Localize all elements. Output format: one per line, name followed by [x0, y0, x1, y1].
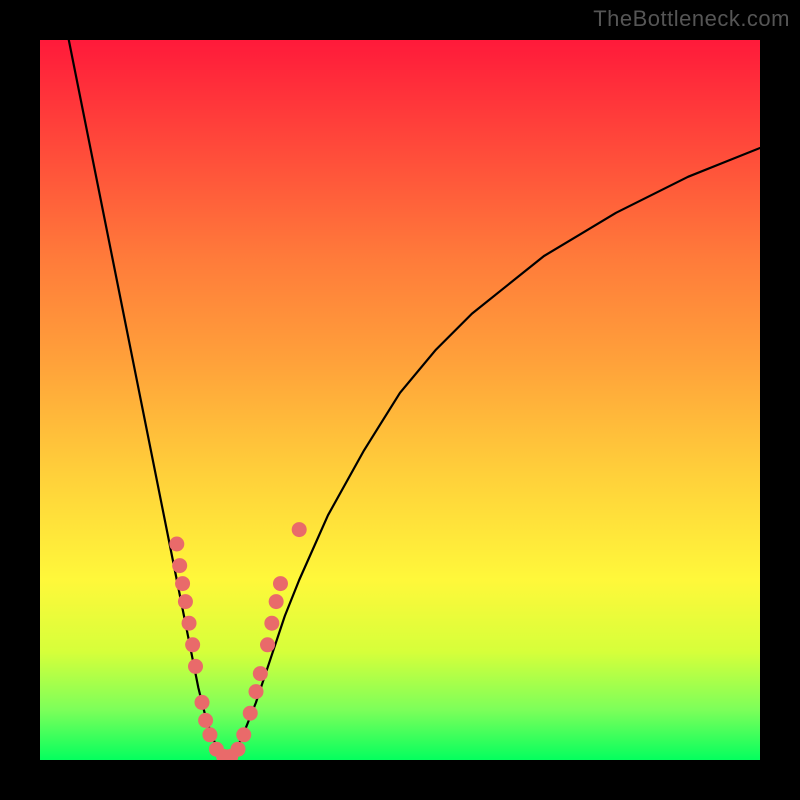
data-marker	[260, 637, 275, 652]
watermark-text: TheBottleneck.com	[593, 6, 790, 32]
data-marker	[269, 594, 284, 609]
data-marker	[178, 594, 193, 609]
data-marker	[249, 684, 264, 699]
data-marker	[236, 727, 251, 742]
data-marker	[231, 742, 246, 757]
data-marker	[182, 616, 197, 631]
data-marker	[169, 537, 184, 552]
chart-frame: TheBottleneck.com	[0, 0, 800, 800]
data-marker	[273, 576, 288, 591]
curve-right-branch	[227, 148, 760, 760]
data-marker	[188, 659, 203, 674]
data-marker	[292, 522, 307, 537]
data-marker	[202, 727, 217, 742]
plot-area	[40, 40, 760, 760]
curve-left-branch	[69, 40, 227, 760]
data-marker	[195, 695, 210, 710]
chart-canvas	[40, 40, 760, 760]
data-marker	[185, 637, 200, 652]
data-marker	[198, 713, 213, 728]
data-marker	[264, 616, 279, 631]
data-marker	[172, 558, 187, 573]
data-marker	[253, 666, 268, 681]
data-marker	[175, 576, 190, 591]
data-marker	[243, 706, 258, 721]
